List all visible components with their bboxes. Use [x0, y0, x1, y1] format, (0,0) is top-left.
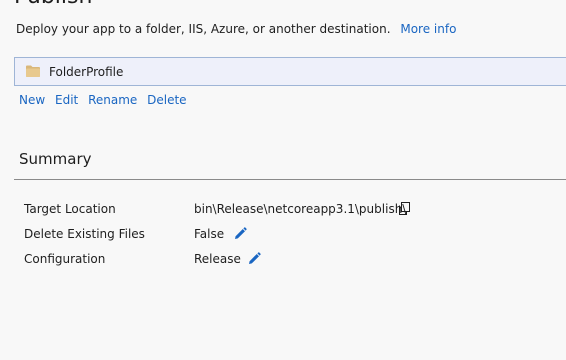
description-text: Deploy your app to a folder, IIS, Azure,…: [16, 22, 391, 36]
copy-icon[interactable]: [396, 201, 412, 217]
summary-heading: Summary: [19, 150, 92, 168]
profile-actions: New Edit Rename Delete: [19, 92, 193, 108]
configuration-label: Configuration: [24, 252, 106, 266]
page-title: Publish: [14, 0, 92, 8]
summary-row-delete-existing-files: Delete Existing Files False: [0, 226, 566, 244]
summary-row-target-location: Target Location bin\Release\netcoreapp3.…: [0, 201, 566, 219]
summary-divider: [14, 179, 566, 180]
summary-row-configuration: Configuration Release: [0, 251, 566, 269]
edit-profile-link[interactable]: Edit: [55, 93, 78, 107]
more-info-link[interactable]: More info: [400, 22, 456, 36]
configuration-value: Release: [194, 252, 241, 266]
new-profile-link[interactable]: New: [19, 93, 45, 107]
delete-profile-link[interactable]: Delete: [147, 93, 186, 107]
target-location-value: bin\Release\netcoreapp3.1\publish\: [194, 202, 407, 216]
publish-page: Publish Deploy your app to a folder, IIS…: [0, 0, 566, 360]
edit-pencil-icon[interactable]: [246, 251, 262, 267]
page-description: Deploy your app to a folder, IIS, Azure,…: [16, 21, 456, 37]
folder-icon: [26, 65, 40, 77]
profile-name: FolderProfile: [49, 65, 124, 79]
rename-profile-link[interactable]: Rename: [88, 93, 137, 107]
delete-existing-files-value: False: [194, 227, 225, 241]
edit-pencil-icon[interactable]: [232, 226, 248, 242]
target-location-label: Target Location: [24, 202, 116, 216]
delete-existing-files-label: Delete Existing Files: [24, 227, 145, 241]
publish-profile-selector[interactable]: FolderProfile: [14, 57, 566, 86]
